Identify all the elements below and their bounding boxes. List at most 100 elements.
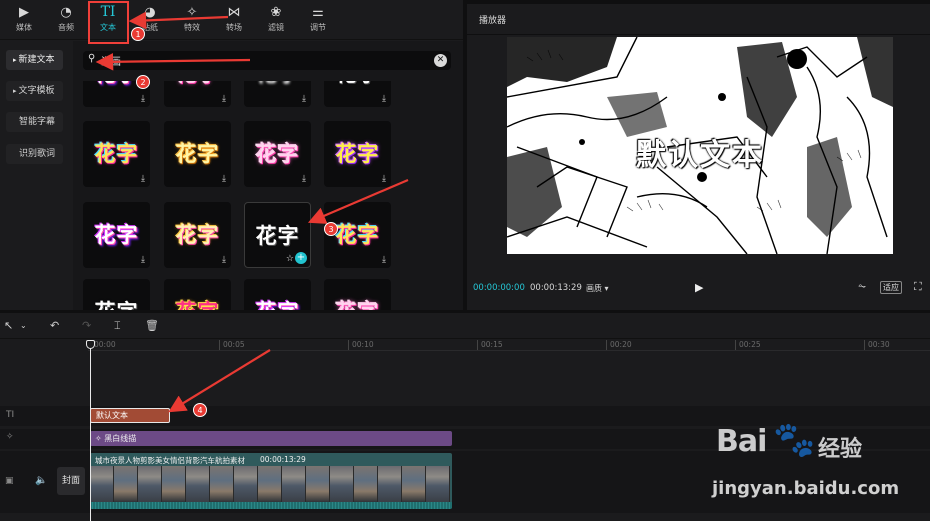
annotation-badge-3: 3 <box>324 222 338 236</box>
waveform-icon[interactable]: ⏦ <box>858 281 866 292</box>
sidebar-item-auto-caption[interactable]: 智能字幕 <box>6 112 63 132</box>
playhead[interactable] <box>90 343 91 521</box>
toolbar-adjust[interactable]: ⚌ 调节 <box>298 0 338 40</box>
time-ruler[interactable]: 00:00 00:05 00:10 00:15 00:20 00:25 00:3… <box>88 340 930 356</box>
thumbnail <box>138 466 162 502</box>
text-style-tile-hovered[interactable]: 花字 ☆ + <box>244 202 311 268</box>
text-style-tile[interactable]: 花字 ⤓ <box>164 121 231 187</box>
text-style-tile[interactable]: 花字 ⤓ <box>244 81 311 107</box>
thumbnail <box>186 466 210 502</box>
text-style-tile[interactable]: 花字 <box>244 279 311 310</box>
ruler-tick: 00:05 <box>219 340 245 350</box>
player-title: 播放器 <box>479 16 507 26</box>
filter-icon: ❀ <box>270 5 282 20</box>
download-icon[interactable]: ⤓ <box>141 94 145 104</box>
text-style-tile[interactable]: 花字 ⤓ <box>83 202 150 268</box>
search-input[interactable] <box>101 52 421 69</box>
ruler-tick: 00:30 <box>864 340 890 350</box>
ruler-tick: 00:20 <box>606 340 632 350</box>
text-tab-highlight <box>88 1 129 44</box>
ruler-tick: 00:15 <box>477 340 503 350</box>
text-clip[interactable]: 默认文本 <box>90 408 170 423</box>
text-style-tile[interactable]: 花字 ⤓ <box>164 81 231 107</box>
download-icon[interactable]: ⤓ <box>222 94 226 104</box>
current-time: 00:00:00:00 <box>473 283 525 293</box>
text-style-tile[interactable]: 花字 ⤓ <box>324 121 391 187</box>
preview-viewport[interactable]: 默认文本 <box>507 37 893 254</box>
sidebar-item-new-text[interactable]: ▸ 新建文本 <box>6 50 63 70</box>
ruler-tick: 00:10 <box>348 340 374 350</box>
text-track-icon: TI <box>6 410 15 420</box>
download-icon[interactable]: ⤓ <box>141 255 145 265</box>
add-to-track-icon[interactable]: + <box>295 252 307 264</box>
thumbnail <box>354 466 378 502</box>
text-style-tile[interactable]: 花字 ⤓ <box>83 121 150 187</box>
audio-waveform <box>90 502 452 509</box>
toolbar-filter[interactable]: ❀ 滤镜 <box>256 0 296 40</box>
annotation-badge-4: 4 <box>193 403 207 417</box>
bullet-icon: ▸ <box>13 56 17 64</box>
text-style-tile[interactable]: 花字 <box>324 279 391 310</box>
toolbar-media[interactable]: ▶ 媒体 <box>4 0 44 40</box>
video-clip[interactable]: 城市夜景人物剪影美女情侣背影汽车航拍素材 00:00:13:29 <box>90 453 452 509</box>
thumbnail <box>330 466 354 502</box>
timeline-toolbar: ↖ ⌄ ↶ ↷ ⌶ 🗑 <box>0 313 930 339</box>
toolbar-transition[interactable]: ⋈ 转场 <box>214 0 254 40</box>
download-icon[interactable]: ⤓ <box>382 174 386 184</box>
text-style-tile[interactable]: 花字 <box>164 279 231 310</box>
cursor-dropdown-icon[interactable]: ⌄ <box>20 321 27 330</box>
thumbnail <box>426 466 450 502</box>
thumbnail <box>306 466 330 502</box>
toolbar-audio[interactable]: ◔ 音频 <box>46 0 86 40</box>
watermark-logo: Bai <box>716 424 767 459</box>
bullet-icon: ▸ <box>13 87 17 95</box>
clear-search-icon[interactable]: ✕ <box>434 54 447 67</box>
split-icon[interactable]: ⌶ <box>114 319 121 333</box>
download-icon[interactable]: ⤓ <box>302 174 306 184</box>
effect-clip[interactable]: ✧ 黑白线描 <box>90 431 452 446</box>
cover-button[interactable]: 封面 <box>57 467 85 495</box>
total-time: 00:00:13:29 <box>530 283 582 293</box>
adjust-icon: ⚌ <box>312 5 324 20</box>
download-icon[interactable]: ⤓ <box>222 174 226 184</box>
text-style-tile[interactable]: 花字 ⤓ <box>244 121 311 187</box>
play-button[interactable]: ▶ <box>695 281 703 294</box>
select-cursor-icon[interactable]: ↖ <box>4 319 13 332</box>
player-divider <box>467 34 930 35</box>
effects-icon: ✧ <box>186 5 198 20</box>
download-icon[interactable]: ⤓ <box>302 94 306 104</box>
top-toolbar: ▶ 媒体 ◔ 音频 TI 文本 ◕ 贴纸 ✧ 特效 ⋈ 转场 ❀ 滤镜 ⚌ 调节 <box>0 0 463 40</box>
fullscreen-icon[interactable]: ⛶ <box>914 280 922 294</box>
ratio-button[interactable]: 适应 <box>880 281 902 294</box>
player-panel: 播放器 默认文本 00:00:00:00 00:00:13:29 画质 ▾ ▶ … <box>467 4 930 310</box>
annotation-badge-1: 1 <box>131 27 145 41</box>
mute-audio-icon[interactable]: 🔈 <box>35 475 47 486</box>
video-track-icon: ▣ <box>5 476 14 486</box>
thumbnail <box>402 466 426 502</box>
download-icon[interactable]: ⤓ <box>222 255 226 265</box>
text-style-tile[interactable]: 花字 <box>83 279 150 310</box>
toolbar-effects[interactable]: ✧ 特效 <box>172 0 212 40</box>
search-icon: ⚲ <box>88 53 96 64</box>
sticker-icon: ◕ <box>144 5 156 20</box>
quality-dropdown[interactable]: 画质 ▾ <box>586 283 609 294</box>
text-style-tile[interactable]: 花字 ⤓ <box>324 81 391 107</box>
search-bar: ⚲ ✕ <box>83 51 451 70</box>
favorite-star-icon[interactable]: ☆ <box>286 254 294 264</box>
delete-icon[interactable]: 🗑 <box>145 319 159 332</box>
sidebar-item-text-template[interactable]: ▸ 文字模板 <box>6 81 63 101</box>
annotation-badge-2: 2 <box>136 75 150 89</box>
preview-overlay-text[interactable]: 默认文本 <box>507 130 893 174</box>
text-sidebar: ▸ 新建文本 ▸ 文字模板 智能字幕 识别歌词 <box>0 41 72 310</box>
undo-icon[interactable]: ↶ <box>50 319 59 332</box>
sidebar-item-lyrics[interactable]: 识别歌词 <box>6 144 63 164</box>
download-icon[interactable]: ⤓ <box>141 174 145 184</box>
redo-icon[interactable]: ↷ <box>82 319 91 332</box>
download-icon[interactable]: ⤓ <box>382 94 386 104</box>
ruler-baseline <box>88 350 930 351</box>
text-style-tile[interactable]: 花字 ⤓ <box>164 202 231 268</box>
media-icon: ▶ <box>19 5 29 20</box>
video-thumbnails <box>90 466 452 502</box>
download-icon[interactable]: ⤓ <box>382 255 386 265</box>
playhead-handle[interactable] <box>86 340 95 349</box>
